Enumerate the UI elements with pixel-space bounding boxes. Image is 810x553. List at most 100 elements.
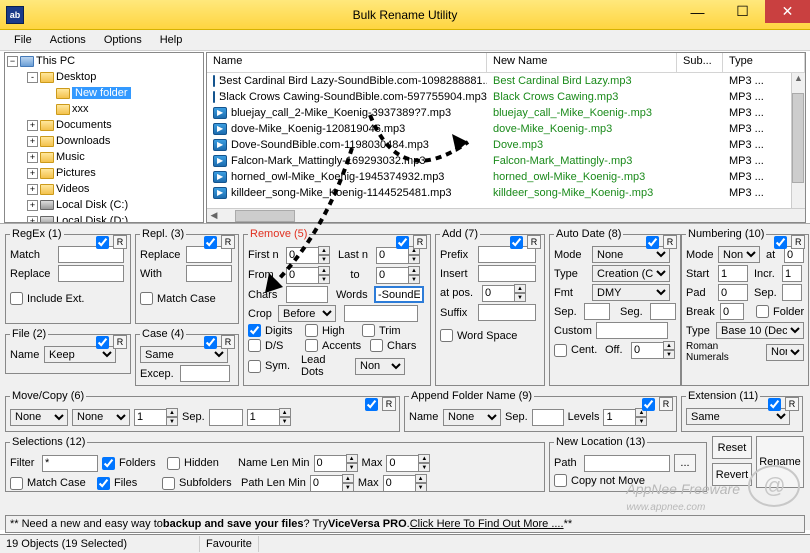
sel-matchcase-checkbox[interactable] (10, 477, 23, 490)
tree-item[interactable]: Music (56, 151, 85, 163)
spin-up[interactable]: ▲ (342, 474, 354, 483)
case-reset-button[interactable]: R (221, 335, 235, 349)
regex-includeext-checkbox[interactable] (10, 292, 23, 305)
menu-options[interactable]: Options (96, 32, 150, 48)
append-levels-input[interactable] (603, 409, 635, 426)
remove-enable-checkbox[interactable] (396, 236, 409, 249)
col-newname[interactable]: New Name (487, 53, 677, 72)
tree-expander[interactable]: + (27, 200, 38, 211)
spin-down[interactable]: ▼ (318, 255, 330, 264)
spin-down[interactable]: ▼ (514, 293, 526, 302)
spin-down[interactable]: ▼ (318, 275, 330, 284)
numbering-folder-checkbox[interactable] (756, 305, 769, 318)
repl-reset-button[interactable]: R (221, 235, 235, 249)
menu-help[interactable]: Help (152, 32, 191, 48)
spin-down[interactable]: ▼ (408, 275, 420, 284)
regex-enable-checkbox[interactable] (96, 236, 109, 249)
case-excep-input[interactable] (180, 365, 230, 382)
tree-item[interactable]: Documents (56, 119, 112, 131)
remove-accents-checkbox[interactable] (305, 339, 318, 352)
movecopy-reset-button[interactable]: R (382, 397, 396, 411)
spin-up[interactable]: ▲ (514, 284, 526, 293)
ext-reset-button[interactable]: R (785, 397, 799, 411)
remove-high-checkbox[interactable] (305, 324, 318, 337)
movecopy-num1-input[interactable] (134, 409, 166, 426)
append-name-select[interactable]: None (443, 409, 501, 426)
sel-namelenmin-input[interactable] (314, 455, 346, 472)
sel-max2-input[interactable] (383, 475, 415, 492)
spin-down[interactable]: ▼ (415, 483, 427, 492)
spin-up[interactable]: ▲ (318, 266, 330, 275)
tree-expander[interactable]: − (7, 56, 18, 67)
file-reset-button[interactable]: R (113, 335, 127, 349)
table-row[interactable]: bluejay_call_2-Mike_Koenig-3937389?7.mp3… (207, 105, 791, 121)
spin-up[interactable]: ▲ (346, 454, 358, 463)
spin-up[interactable]: ▲ (663, 341, 675, 350)
menu-actions[interactable]: Actions (42, 32, 94, 48)
table-row[interactable]: Black Crows Cawing-SoundBible.com-597755… (207, 89, 791, 105)
append-reset-button[interactable]: R (659, 397, 673, 411)
movecopy-num2-input[interactable] (247, 409, 279, 426)
rename-button[interactable]: Rename (756, 436, 804, 488)
minimize-button[interactable]: — (675, 0, 720, 23)
numbering-type-select[interactable]: Base 10 (Decimal) (716, 322, 804, 339)
spin-down[interactable]: ▼ (408, 255, 420, 264)
autodate-custom-input[interactable] (596, 322, 668, 339)
repl-matchcase-checkbox[interactable] (140, 292, 153, 305)
promo-link[interactable]: Click Here To Find Out More .... (410, 518, 564, 530)
reset-all-button[interactable]: Reset (712, 436, 752, 459)
numbering-break-input[interactable] (720, 303, 744, 320)
tree-item[interactable]: Pictures (56, 167, 96, 179)
close-button[interactable]: ✕ (765, 0, 810, 23)
tree-expander[interactable]: - (27, 72, 38, 83)
remove-crop-input[interactable] (344, 305, 418, 322)
append-sep-input[interactable] (532, 409, 564, 426)
sel-files-checkbox[interactable] (97, 477, 110, 490)
autodate-fmt-select[interactable]: DMY (592, 284, 670, 301)
remove-firstn-input[interactable] (286, 247, 318, 264)
newloc-browse-button[interactable]: ... (674, 454, 696, 472)
col-sub[interactable]: Sub... (677, 53, 723, 72)
numbering-incr-input[interactable] (782, 265, 802, 282)
movecopy-mode2-select[interactable]: None (72, 409, 130, 426)
regex-reset-button[interactable]: R (113, 235, 127, 249)
add-reset-button[interactable]: R (527, 235, 541, 249)
movecopy-mode-select[interactable]: None (10, 409, 68, 426)
remove-ds-checkbox[interactable] (248, 339, 261, 352)
table-row[interactable]: horned_owl-Mike_Koenig-1945374932.mp3 ho… (207, 169, 791, 185)
spin-down[interactable]: ▼ (166, 417, 178, 426)
sel-subfolders-checkbox[interactable] (162, 477, 175, 490)
remove-reset-button[interactable]: R (413, 235, 427, 249)
sel-folders-checkbox[interactable] (102, 457, 115, 470)
autodate-reset-button[interactable]: R (663, 235, 677, 249)
spin-up[interactable]: ▲ (166, 408, 178, 417)
sel-filter-input[interactable] (42, 455, 98, 472)
spin-up[interactable]: ▲ (408, 266, 420, 275)
spin-down[interactable]: ▼ (346, 463, 358, 472)
remove-crop-select[interactable]: Before (278, 305, 336, 322)
tree-expander[interactable]: + (27, 168, 38, 179)
autodate-enable-checkbox[interactable] (646, 236, 659, 249)
file-list[interactable]: Name New Name Sub... Type Best Cardinal … (206, 52, 806, 223)
autodate-type-select[interactable]: Creation (Cur (592, 265, 670, 282)
table-row[interactable]: Dove-SoundBible.com-1198030484.mp3 Dove.… (207, 137, 791, 153)
tree-expander[interactable]: + (27, 152, 38, 163)
spin-down[interactable]: ▼ (342, 483, 354, 492)
tree-root[interactable]: This PC (36, 55, 75, 67)
remove-charsck-checkbox[interactable] (370, 339, 383, 352)
spin-down[interactable]: ▼ (279, 417, 291, 426)
repl-with-input[interactable] (186, 265, 232, 282)
table-row[interactable]: dove-Mike_Koenig-120819046.mp3 dove-Mike… (207, 121, 791, 137)
table-row[interactable]: Best Cardinal Bird Lazy-SoundBible.com-1… (207, 73, 791, 89)
tree-item[interactable]: Local Disk (C:) (56, 199, 128, 211)
autodate-off-input[interactable] (631, 342, 663, 359)
scrollbar-vertical[interactable]: ▲ (791, 73, 805, 208)
numbering-enable-checkbox[interactable] (774, 236, 787, 249)
col-type[interactable]: Type (723, 53, 805, 72)
sel-pathlenmin-input[interactable] (310, 475, 342, 492)
spin-up[interactable]: ▲ (418, 454, 430, 463)
folder-tree[interactable]: −This PC -Desktop•New folder•xxx+Documen… (4, 52, 204, 223)
append-enable-checkbox[interactable] (642, 398, 655, 411)
remove-digits-checkbox[interactable] (248, 324, 261, 337)
spin-up[interactable]: ▲ (318, 246, 330, 255)
